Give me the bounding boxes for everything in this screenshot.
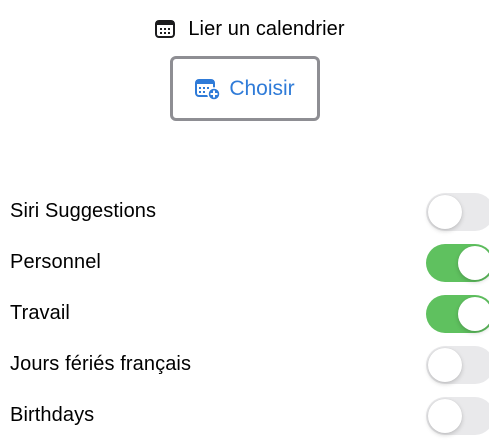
travail-toggle[interactable] bbox=[426, 294, 489, 333]
calendar-row-travail: Travail bbox=[0, 288, 489, 339]
personnel-toggle[interactable] bbox=[426, 243, 489, 282]
calendar-row-jours-feries: Jours fériés français bbox=[0, 339, 489, 390]
toggle-knob bbox=[428, 194, 462, 229]
toggle-knob bbox=[458, 296, 489, 331]
calendar-row-personnel: Personnel bbox=[0, 237, 489, 288]
siri-suggestions-toggle[interactable] bbox=[426, 192, 489, 231]
calendar-label: Personnel bbox=[10, 251, 101, 273]
calendar-label: Birthdays bbox=[10, 404, 95, 426]
toggle-knob bbox=[428, 398, 462, 433]
calendar-add-icon bbox=[195, 77, 222, 101]
birthdays-toggle[interactable] bbox=[426, 396, 489, 435]
choose-button-label: Choisir bbox=[229, 76, 295, 100]
choose-calendar-button[interactable]: Choisir bbox=[170, 56, 320, 121]
calendar-label: Jours fériés français bbox=[10, 353, 192, 375]
calendar-row-siri-suggestions: Siri Suggestions bbox=[0, 186, 489, 237]
jours-feries-toggle[interactable] bbox=[426, 345, 489, 384]
calendar-list: Siri Suggestions Personnel Travail Jours… bbox=[0, 186, 489, 441]
calendar-label: Siri Suggestions bbox=[10, 200, 157, 222]
calendar-label: Travail bbox=[10, 302, 70, 324]
calendar-row-birthdays: Birthdays bbox=[0, 390, 489, 441]
link-calendar-header: Lier un calendrier bbox=[0, 14, 489, 44]
toggle-knob bbox=[428, 347, 462, 382]
link-calendar-title: Lier un calendrier bbox=[188, 17, 345, 40]
calendar-icon bbox=[154, 18, 176, 40]
toggle-knob bbox=[458, 245, 489, 280]
